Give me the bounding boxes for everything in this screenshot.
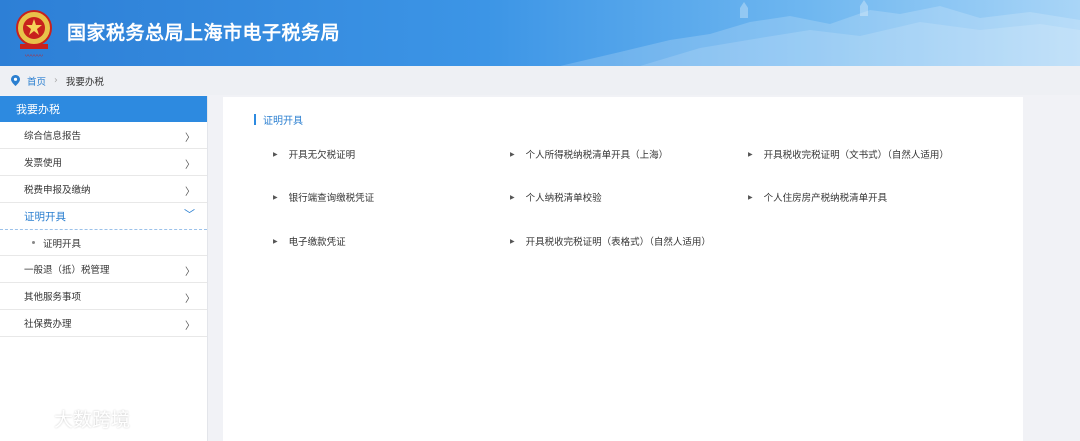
link-personal-income-tax-list[interactable]: ▶ 个人所得税纳税清单开具（上海） [510, 147, 668, 161]
sidebar-item-label: 综合信息报告 [24, 131, 82, 142]
triangle-right-icon: ▶ [510, 193, 515, 201]
sidebar-item-label: 税费申报及缴纳 [24, 185, 91, 196]
section-title-text: 证明开具 [263, 116, 303, 127]
link-label: 个人住房房产税纳税清单开具 [763, 193, 888, 204]
sidebar-item-label: 其他服务事项 [24, 292, 82, 303]
breadcrumb: 首页 › 我要办税 [0, 66, 1080, 95]
great-wall-background [560, 0, 1080, 66]
chevron-right-icon: 〉 [185, 160, 195, 171]
link-label: 个人所得税纳税清单开具（上海） [525, 150, 669, 161]
sidebar-heading: 我要办税 [0, 96, 207, 122]
link-label: 银行端查询缴税凭证 [288, 193, 375, 204]
title-accent-bar [254, 114, 256, 125]
chevron-right-icon: 〉 [185, 267, 195, 278]
sidebar-subitem-label: 证明开具 [43, 238, 82, 250]
triangle-right-icon: ▶ [273, 150, 278, 158]
triangle-right-icon: ▶ [510, 237, 515, 245]
sidebar-item-label: 证明开具 [24, 210, 66, 223]
link-label: 个人纳税清单校验 [525, 193, 602, 204]
link-electronic-payment-voucher[interactable]: ▶ 电子缴款凭证 [273, 234, 346, 248]
triangle-right-icon: ▶ [748, 193, 753, 201]
sidebar-item-invoice-use[interactable]: 发票使用 〉 [0, 149, 207, 176]
watermark: 大数跨境 [10, 405, 130, 432]
tax-emblem-icon: 〰〰〰 [10, 6, 58, 62]
link-no-tax-arrears-certificate[interactable]: ▶ 开具无欠税证明 [273, 147, 355, 161]
triangle-right-icon: ▶ [273, 237, 278, 245]
chevron-right-icon: 〉 [185, 321, 195, 332]
watermark-text: 大数跨境 [54, 409, 131, 431]
section-title: 证明开具 [254, 112, 303, 127]
location-pin-icon [11, 75, 20, 86]
watermark-logo-icon [12, 409, 45, 427]
link-tax-list-verification[interactable]: ▶ 个人纳税清单校验 [510, 190, 602, 204]
sidebar: 我要办税 综合信息报告 〉 发票使用 〉 税费申报及缴纳 〉 证明开具 ﹀ 证明… [0, 96, 208, 441]
main-panel: 证明开具 ▶ 开具无欠税证明 ▶ 个人所得税纳税清单开具（上海） ▶ 开具税收完… [223, 97, 1023, 441]
chevron-right-icon: 〉 [185, 133, 195, 144]
sidebar-item-tax-filing[interactable]: 税费申报及缴纳 〉 [0, 176, 207, 203]
link-bank-payment-voucher[interactable]: ▶ 银行端查询缴税凭证 [273, 190, 374, 204]
sidebar-item-other-services[interactable]: 其他服务事项 〉 [0, 283, 207, 310]
sidebar-item-label: 社保费办理 [24, 319, 72, 330]
sidebar-item-label: 一般退（抵）税管理 [24, 265, 110, 276]
link-tax-payment-certificate-table[interactable]: ▶ 开具税收完税证明（表格式）（自然人适用） [510, 234, 711, 248]
chevron-right-icon: 〉 [185, 294, 195, 305]
triangle-right-icon: ▶ [510, 150, 515, 158]
link-label: 开具税收完税证明（文书式）（自然人适用） [763, 150, 949, 161]
sidebar-item-social-insurance[interactable]: 社保费办理 〉 [0, 310, 207, 337]
chevron-down-icon: ﹀ [184, 208, 195, 221]
triangle-right-icon: ▶ [273, 193, 278, 201]
triangle-right-icon: ▶ [748, 150, 753, 158]
svg-text:〰〰〰: 〰〰〰 [25, 53, 43, 60]
link-housing-property-tax-list[interactable]: ▶ 个人住房房产税纳税清单开具 [748, 190, 887, 204]
breadcrumb-home-link[interactable]: 首页 [27, 74, 46, 88]
bullet-dot-icon [32, 241, 35, 244]
breadcrumb-separator: › [54, 75, 58, 86]
site-header: 〰〰〰 国家税务总局上海市电子税务局 [0, 0, 1080, 66]
link-tax-payment-certificate-document[interactable]: ▶ 开具税收完税证明（文书式）（自然人适用） [748, 147, 949, 161]
link-label: 开具无欠税证明 [288, 150, 356, 161]
link-label: 开具税收完税证明（表格式）（自然人适用） [525, 237, 711, 248]
sidebar-item-comprehensive-report[interactable]: 综合信息报告 〉 [0, 122, 207, 149]
site-title: 国家税务总局上海市电子税务局 [67, 22, 341, 44]
sidebar-item-tax-refund[interactable]: 一般退（抵）税管理 〉 [0, 256, 207, 283]
sidebar-subitem-certificate[interactable]: 证明开具 [0, 230, 207, 256]
chevron-right-icon: 〉 [185, 187, 195, 198]
breadcrumb-current: 我要办税 [65, 76, 104, 88]
link-label: 电子缴款凭证 [288, 237, 346, 248]
sidebar-item-label: 发票使用 [24, 158, 63, 169]
sidebar-item-certificate[interactable]: 证明开具 ﹀ [0, 203, 207, 230]
